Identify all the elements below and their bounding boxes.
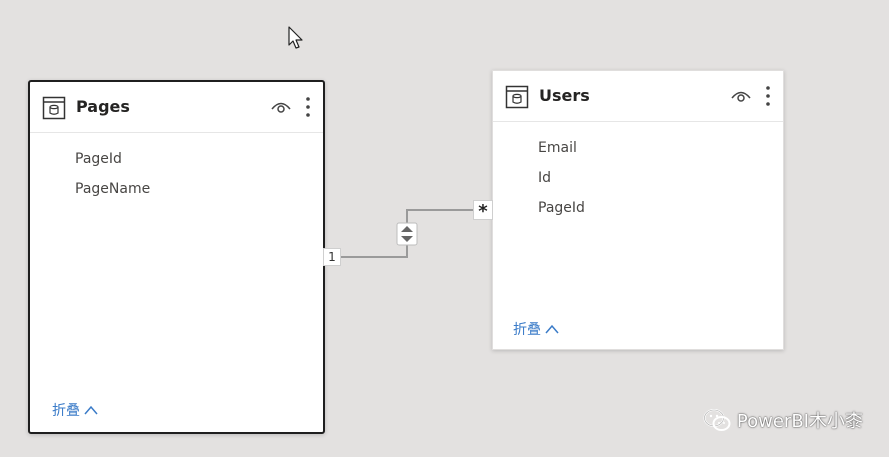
watermark-text: PowerBI木小桼: [736, 411, 863, 432]
table-title: Pages: [76, 97, 130, 116]
table-icon: [42, 96, 66, 120]
collapse-label: 折叠: [513, 322, 541, 338]
field-item[interactable]: Id: [538, 163, 585, 193]
field-item[interactable]: PageId: [75, 144, 150, 174]
chevron-up-icon: [545, 324, 559, 334]
field-item[interactable]: Email: [538, 133, 585, 163]
pages-table-card[interactable]: Pages PageId PageName 折叠: [28, 80, 325, 434]
cardinality-one-marker: 1: [323, 248, 341, 266]
users-table-header[interactable]: Users: [493, 71, 783, 122]
field-list: Email Id PageId: [538, 133, 585, 223]
more-options-icon[interactable]: [765, 85, 771, 107]
visibility-eye-icon[interactable]: [731, 89, 751, 103]
chevron-up-icon: [84, 405, 98, 415]
cross-filter-direction-icon[interactable]: [396, 222, 418, 246]
collapse-button[interactable]: 折叠: [513, 319, 559, 339]
table-title: Users: [539, 86, 590, 105]
field-item[interactable]: PageName: [75, 174, 150, 204]
table-icon: [505, 85, 529, 109]
cursor-icon: [288, 26, 303, 49]
pages-table-header[interactable]: Pages: [30, 82, 323, 133]
more-options-icon[interactable]: [305, 96, 311, 118]
field-list: PageId PageName: [75, 144, 150, 204]
field-item[interactable]: PageId: [538, 193, 585, 223]
watermark: PowerBI木小桼: [703, 407, 863, 433]
collapse-button[interactable]: 折叠: [52, 400, 98, 420]
visibility-eye-icon[interactable]: [271, 100, 291, 114]
users-table-card[interactable]: Users Email Id PageId 折叠: [492, 70, 784, 350]
collapse-label: 折叠: [52, 403, 80, 419]
wechat-icon: [703, 409, 731, 431]
cardinality-many-marker: *: [473, 200, 493, 222]
